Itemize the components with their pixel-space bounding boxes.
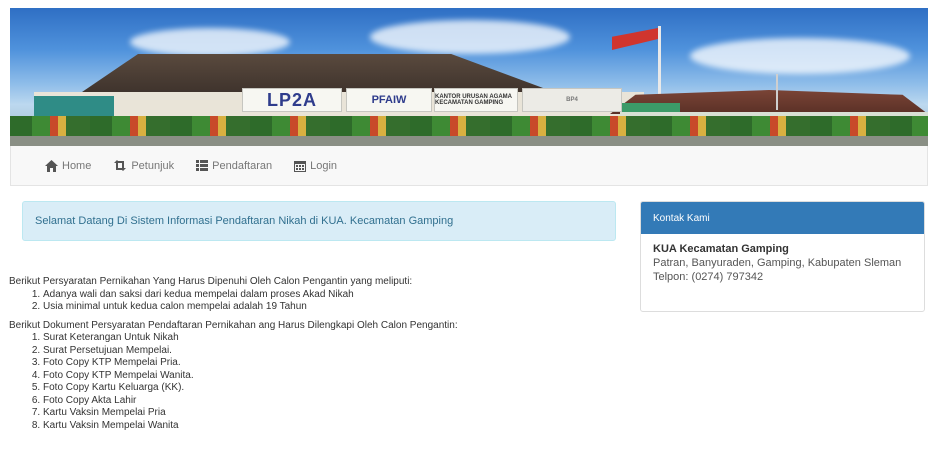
list-item: Foto Copy Kartu Keluarga (KK). bbox=[43, 382, 619, 395]
list-item: Kartu Vaksin Mempelai Pria bbox=[43, 407, 619, 420]
banner-sign-lp2a: LP2A bbox=[242, 88, 342, 112]
requirements-intro: Berikut Persyaratan Pernikahan Yang Haru… bbox=[9, 276, 413, 287]
main-navbar: Home Petunjuk Pendaftaran Login bbox=[10, 146, 928, 186]
header-banner-image: LP2A PFAIW KANTOR URUSAN AGAMA KECAMATAN… bbox=[10, 8, 928, 146]
nav-login-label: Login bbox=[310, 159, 338, 172]
list-item: Foto Copy KTP Mempelai Wanita. bbox=[43, 370, 619, 383]
calendar-icon bbox=[294, 160, 307, 172]
documents-intro: Berikut Dokument Persyaratan Pendaftaran… bbox=[9, 319, 458, 331]
list-item: Foto Copy Akta Lahir bbox=[43, 395, 619, 408]
cloud bbox=[370, 20, 570, 54]
nav-home-link[interactable]: Home bbox=[45, 159, 92, 172]
nav-petunjuk-link[interactable]: Petunjuk bbox=[113, 160, 174, 172]
list-item: Adanya wali dan saksi dari kedua mempela… bbox=[43, 289, 619, 302]
nav-home-label: Home bbox=[62, 159, 92, 172]
contact-office-name: KUA Kecamatan Gamping bbox=[653, 243, 789, 255]
banner-sign-kantor: KANTOR URUSAN AGAMA KECAMATAN GAMPING bbox=[434, 88, 518, 112]
list-item: Kartu Vaksin Mempelai Wanita bbox=[43, 420, 619, 433]
welcome-alert: Selamat Datang Di Sistem Informasi Penda… bbox=[22, 201, 616, 241]
banner-sign-green bbox=[622, 103, 680, 112]
retweet-icon bbox=[114, 160, 127, 171]
cloud bbox=[130, 28, 290, 56]
flag-pole bbox=[658, 26, 661, 98]
contact-panel-header: Kontak Kami bbox=[641, 202, 924, 234]
ground bbox=[10, 136, 928, 146]
welcome-alert-text: Selamat Datang Di Sistem Informasi Penda… bbox=[35, 215, 454, 227]
banner-sign-pfaiw: PFAIW bbox=[346, 88, 432, 112]
banner-sign-bp4: BP4 bbox=[522, 88, 622, 112]
cloud bbox=[690, 38, 910, 74]
nav-pendaftaran-link[interactable]: Pendaftaran bbox=[196, 160, 272, 172]
nav-pendaftaran-label: Pendaftaran bbox=[212, 159, 273, 172]
nav-login-link[interactable]: Login bbox=[294, 160, 337, 172]
list-item: Foto Copy KTP Mempelai Pria. bbox=[43, 357, 619, 370]
contact-panel-title: Kontak Kami bbox=[653, 212, 710, 224]
list-icon bbox=[196, 160, 209, 171]
documents-list: Surat Keterangan Untuk Nikah Surat Perse… bbox=[9, 332, 619, 432]
list-item: Usia minimal untuk kedua calon mempelai … bbox=[43, 301, 619, 314]
flag bbox=[612, 28, 658, 50]
contact-address: Patran, Banyuraden, Gamping, Kabupaten S… bbox=[653, 257, 902, 269]
list-item: Surat Keterangan Untuk Nikah bbox=[43, 332, 619, 345]
list-item: Surat Persetujuan Mempelai. bbox=[43, 345, 619, 358]
requirements-list: Adanya wali dan saksi dari kedua mempela… bbox=[9, 289, 619, 314]
contact-panel: Kontak Kami KUA Kecamatan Gamping Patran… bbox=[640, 201, 925, 312]
contact-phone: Telpon: (0274) 797342 bbox=[653, 271, 764, 283]
street-lamp bbox=[776, 74, 778, 110]
nav-petunjuk-label: Petunjuk bbox=[131, 159, 175, 172]
contact-panel-body: KUA Kecamatan Gamping Patran, Banyuraden… bbox=[641, 234, 924, 292]
main-content: Berikut Persyaratan Pernikahan Yang Haru… bbox=[9, 276, 619, 438]
home-icon bbox=[45, 159, 58, 172]
